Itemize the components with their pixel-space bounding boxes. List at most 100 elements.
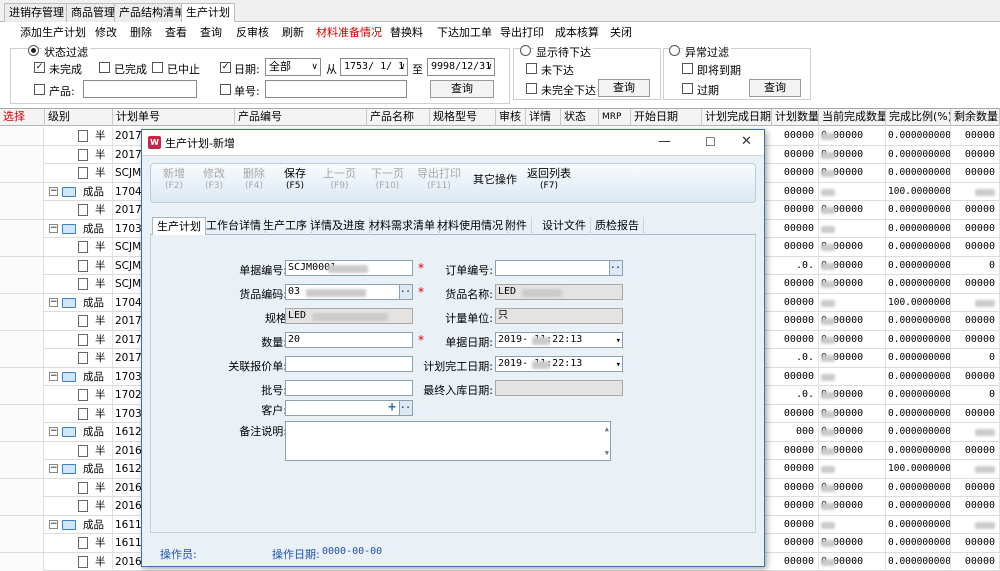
collapse-icon[interactable]: − <box>49 464 58 473</box>
select-cell[interactable] <box>0 238 44 256</box>
tab-bom[interactable]: 产品结构清单 <box>114 3 190 22</box>
doc-input[interactable] <box>265 80 407 98</box>
select-cell[interactable] <box>0 404 44 423</box>
select-cell[interactable] <box>0 182 44 201</box>
delete-button[interactable]: 删除 (F4) <box>243 168 265 192</box>
level-cell[interactable]: − 成品 <box>45 515 113 534</box>
collapse-icon[interactable]: − <box>49 519 58 529</box>
tab-inventory[interactable]: 进销存管理 <box>4 3 69 22</box>
show-pending-radio[interactable] <box>520 45 531 56</box>
abnormal-query-button[interactable]: 查询 <box>749 79 801 97</box>
level-cell[interactable]: 半 <box>45 127 113 145</box>
plan-no-cell[interactable]: 201703 <box>113 330 143 349</box>
plan-no-cell[interactable]: SCJM20 <box>113 164 143 182</box>
plan-no-cell[interactable]: 161113 <box>113 515 143 534</box>
select-cell[interactable] <box>0 460 44 478</box>
select-cell[interactable] <box>0 164 44 182</box>
tab-workbench[interactable]: 工作台详情 <box>202 217 266 235</box>
tab-attachments[interactable]: 附件 <box>501 217 532 235</box>
unapprove-button[interactable]: 反审核 <box>236 24 269 40</box>
select-cell[interactable] <box>0 293 44 312</box>
select-cell[interactable] <box>0 127 44 145</box>
plan-no-cell[interactable]: SCJM20 <box>113 275 143 293</box>
select-cell[interactable] <box>0 145 44 164</box>
prev-page-button[interactable]: 上一页 (F9) <box>323 168 356 192</box>
order-no-field[interactable]: ... <box>495 260 623 276</box>
plan-done-date-picker[interactable]: 2019- 11:22:13 ▾ <box>495 356 623 372</box>
tab-material-usage[interactable]: 材料使用情况 <box>433 217 508 235</box>
unfinished-checkbox[interactable]: ✓ <box>34 62 45 73</box>
next-page-button[interactable]: 下一页 (F10) <box>371 168 404 192</box>
select-cell[interactable] <box>0 534 44 552</box>
pending-query-button[interactable]: 查询 <box>598 79 650 97</box>
level-cell[interactable]: 半 <box>45 441 113 460</box>
maximize-icon[interactable]: ☐ <box>705 135 716 149</box>
plan-no-cell[interactable]: 201703 <box>113 349 143 367</box>
level-cell[interactable]: 半 <box>45 145 113 164</box>
new-button[interactable]: 新增 (F2) <box>163 168 185 192</box>
plan-no-cell[interactable]: 161214 <box>113 460 143 478</box>
level-cell[interactable]: 半 <box>45 164 113 182</box>
plan-no-cell[interactable]: 201703 <box>113 312 143 330</box>
col-status[interactable]: 状态 <box>561 109 599 126</box>
col-select[interactable]: 选择 <box>0 109 45 126</box>
level-cell[interactable]: − 成品 <box>45 293 113 312</box>
plan-no-cell[interactable]: SCJM20 <box>113 238 143 256</box>
tab-production-plan[interactable]: 生产计划 <box>181 3 235 23</box>
tab-goods[interactable]: 商品管理 <box>66 3 120 22</box>
select-cell[interactable] <box>0 423 44 441</box>
level-cell[interactable]: − 成品 <box>45 182 113 201</box>
doc-date-picker[interactable]: 2019- 11:22:13 ▾ <box>495 332 623 348</box>
filter-query-button[interactable]: 查询 <box>430 80 494 98</box>
plan-no-cell[interactable]: 170409 <box>113 293 143 312</box>
browse-icon[interactable]: ... <box>609 261 622 275</box>
add-plan-button[interactable]: 添加生产计划 <box>20 24 86 40</box>
select-cell[interactable] <box>0 441 44 460</box>
col-mrp[interactable]: MRP <box>599 109 631 126</box>
not-fully-issued-checkbox[interactable] <box>526 83 537 94</box>
tab-process[interactable]: 生产工序 <box>259 217 312 235</box>
col-detail[interactable]: 详情 <box>526 109 561 126</box>
date-from-picker[interactable]: 1753/ 1/ 1 ∨ <box>340 58 408 76</box>
col-approve[interactable]: 审核 <box>496 109 526 126</box>
plan-no-cell[interactable]: 201703 <box>113 145 143 164</box>
select-cell[interactable] <box>0 552 44 571</box>
date-mode-select[interactable]: 全部 ∨ <box>265 58 321 76</box>
collapse-icon[interactable]: − <box>49 297 58 307</box>
plan-no-cell[interactable]: 201703 <box>113 127 143 145</box>
view-button[interactable]: 查看 <box>165 24 187 40</box>
plan-no-cell[interactable]: 201612 <box>113 552 143 571</box>
level-cell[interactable]: − 成品 <box>45 460 113 478</box>
col-spec[interactable]: 规格型号 <box>430 109 496 126</box>
customer-field[interactable]: +... <box>285 400 413 416</box>
level-cell[interactable]: 半 <box>45 275 113 293</box>
level-cell[interactable]: 半 <box>45 330 113 349</box>
col-start-date[interactable]: 开始日期 <box>631 109 702 126</box>
close-button[interactable]: 关闭 <box>610 24 632 40</box>
select-cell[interactable] <box>0 367 44 386</box>
level-cell[interactable]: 半 <box>45 497 113 515</box>
plan-no-cell[interactable]: 201612 <box>113 441 143 460</box>
col-product-name[interactable]: 产品名称 <box>367 109 430 126</box>
qty-field[interactable]: 20 <box>285 332 413 348</box>
col-done-ratio[interactable]: 完成比例(%) <box>886 109 951 126</box>
cost-calc-button[interactable]: 成本核算 <box>555 24 599 40</box>
plan-no-cell[interactable]: 170206 <box>113 386 143 404</box>
level-cell[interactable]: 半 <box>45 312 113 330</box>
doc-checkbox[interactable] <box>220 84 231 95</box>
tab-material-demand[interactable]: 材料需求清单 <box>365 217 440 235</box>
collapse-icon[interactable]: − <box>49 223 58 233</box>
level-cell[interactable]: 半 <box>45 201 113 219</box>
tab-production-plan[interactable]: 生产计划 <box>152 217 206 236</box>
browse-icon[interactable]: ... <box>399 401 412 415</box>
goods-code-field[interactable]: 03... <box>285 284 413 300</box>
quote-field[interactable] <box>285 356 413 372</box>
plan-no-cell[interactable]: 201703 <box>113 201 143 219</box>
select-cell[interactable] <box>0 201 44 219</box>
doc-no-field[interactable]: SCJM0001 <box>285 260 413 276</box>
date-checkbox[interactable]: ✓ <box>220 62 231 73</box>
level-cell[interactable]: 半 <box>45 404 113 423</box>
level-cell[interactable]: − 成品 <box>45 367 113 386</box>
halted-checkbox[interactable] <box>152 62 163 73</box>
refresh-button[interactable]: 刷新 <box>282 24 304 40</box>
